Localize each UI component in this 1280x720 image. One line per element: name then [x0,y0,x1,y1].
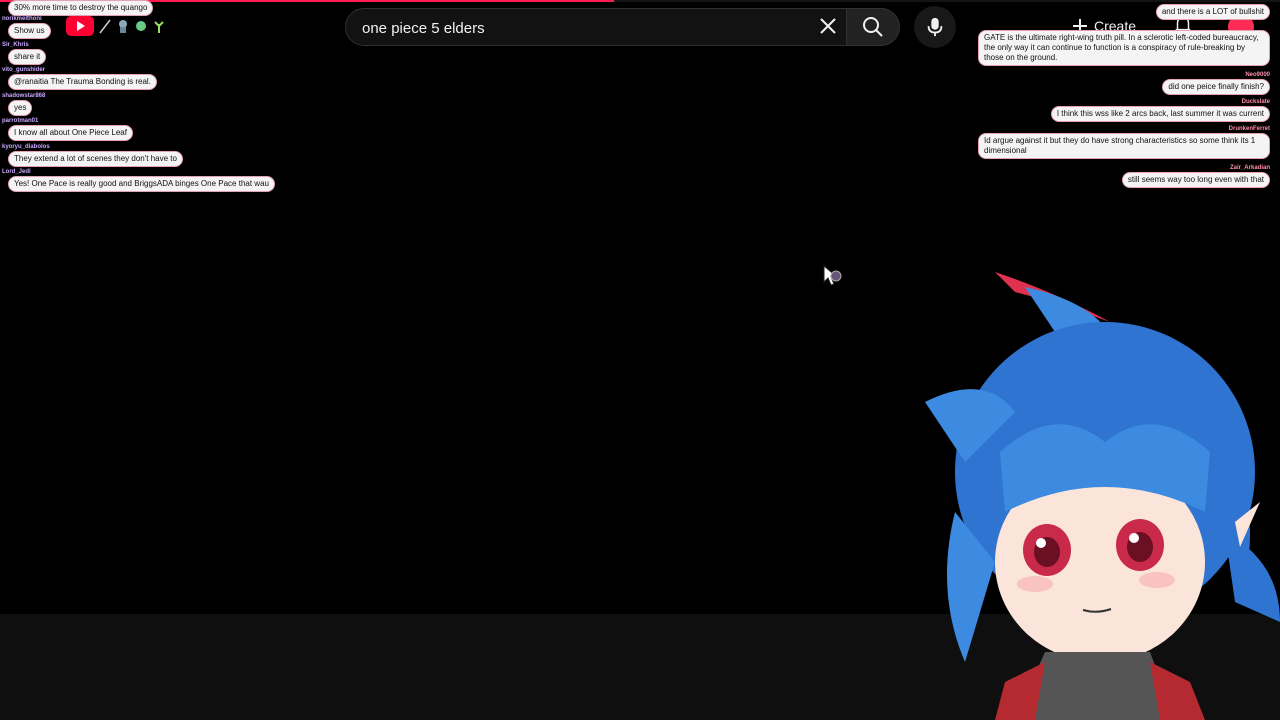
chat-message: Zair_Arkadian still seems way too long ev… [1121,165,1270,188]
chat-username: Sir_Khris [2,42,29,48]
chat-message: norikmelthoni Show us [2,16,51,39]
chat-message: and there is a LOT of bullshit [1155,4,1270,20]
chat-message: Sir_Khris share it [2,42,47,65]
chat-message-text: GATE is the ultimate right-wing truth pi… [978,30,1270,66]
chat-message-text: share it [8,49,47,65]
chat-message-text: Yes! One Pace is really good and BriggsA… [8,176,275,192]
chat-username: vito_gunshider [2,67,46,73]
character-emote-icon [119,20,127,33]
logo-group [66,16,166,36]
chat-message-text: They extend a lot of scenes they don't h… [8,151,183,167]
chat-message: vito_gunshider @ranaitia The Trauma Bondi… [2,67,157,90]
chat-message-text: Id argue against it but they do have str… [978,133,1270,159]
chat-message: parrotman01 I know all about One Piece Le… [2,118,133,141]
mouse-cursor-icon [823,265,842,286]
chat-message: kyoryu_diabolos They extend a lot of scen… [2,144,183,167]
vtuber-avatar-illustration [925,272,1280,720]
chat-message-text: Show us [8,23,51,39]
chat-message-text: 30% more time to destroy the quango [8,0,154,16]
search-icon [863,17,883,37]
chat-message: Neo9000 did one peice finally finish? [1162,72,1270,95]
chat-username: Lord_Jedi [2,169,31,175]
chat-username: parrotman01 [2,118,39,124]
chat-message: DrunkenFerret Id argue against it but the… [978,126,1270,159]
voice-search-button[interactable] [914,6,956,48]
chat-message-text: I know all about One Piece Leaf [8,125,133,141]
chat-message: 30% more time to destroy the quango [2,0,154,16]
youtube-logo-icon[interactable] [66,16,94,36]
chat-message-text: I think this wss like 2 arcs back, last … [1050,106,1270,122]
chat-username: DrunkenFerret [1228,126,1270,132]
search-button[interactable] [846,8,900,46]
close-icon[interactable] [816,14,840,38]
search-box [345,8,853,47]
search-input[interactable] [360,9,804,47]
frog-emote-icon [136,21,146,31]
chat-username: kyoryu_diabolos [2,144,50,150]
plant-emote-icon [154,21,164,33]
sword-emote-icon [99,19,111,34]
chat-message-text: yes [8,100,33,116]
chat-message: shadowstar868 yes [2,93,45,116]
chat-message-text: @ranaitia The Trauma Bonding is real. [8,74,157,90]
chat-message-text: did one peice finally finish? [1162,79,1270,95]
chat-message: Lord_Jedi Yes! One Pace is really good an… [2,169,275,192]
chat-username: Duckslate [1241,99,1270,105]
microphone-icon [927,17,943,37]
chat-message: GATE is the ultimate right-wing truth pi… [978,30,1270,66]
chat-message-text: and there is a LOT of bullshit [1155,4,1270,20]
chat-username: shadowstar868 [2,93,46,99]
chat-message-text: still seems way too long even with that [1121,172,1270,188]
chat-username: norikmelthoni [2,16,42,22]
chat-message: Duckslate I think this wss like 2 arcs ba… [1050,99,1270,122]
chat-username: Neo9000 [1245,72,1270,78]
chat-username: Zair_Arkadian [1229,165,1270,171]
